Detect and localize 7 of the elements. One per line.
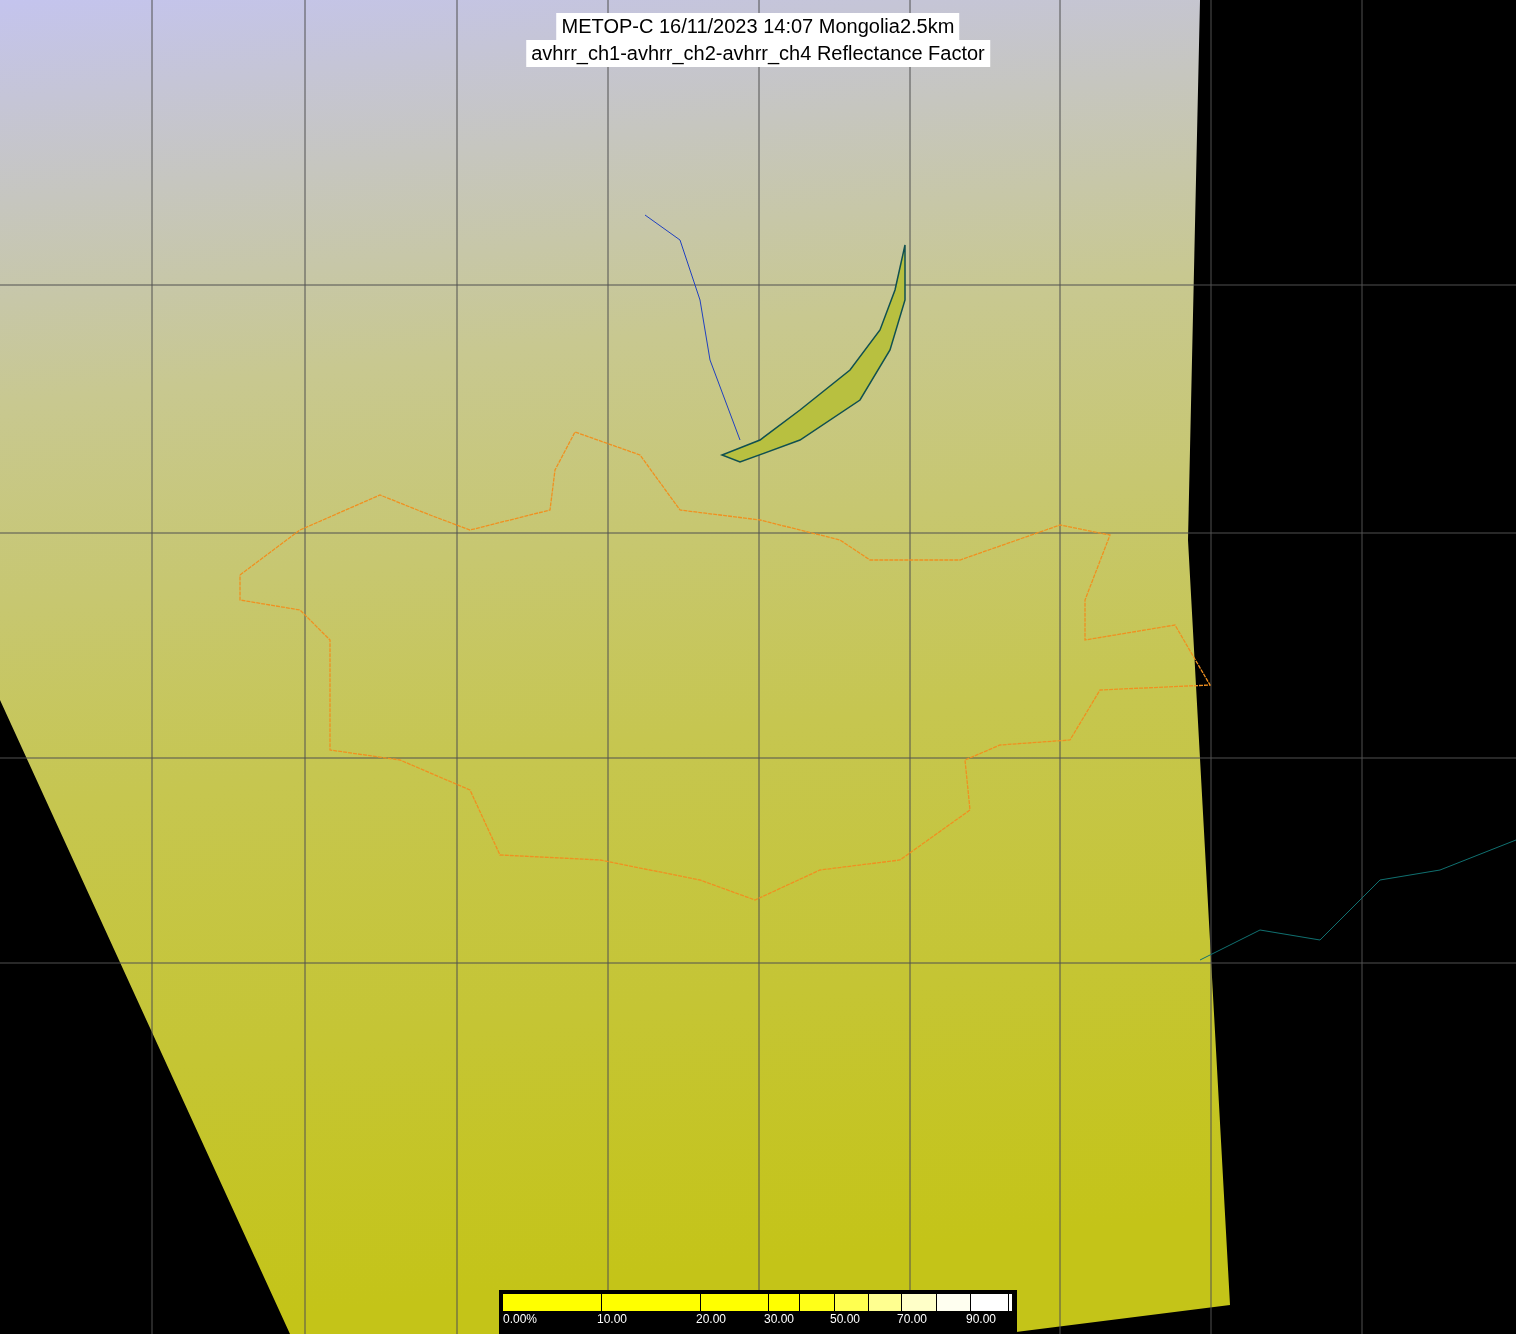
tick-label: 10.00: [597, 1312, 628, 1326]
tick-label: 0.00%: [503, 1312, 538, 1326]
tick-label: 70.00: [897, 1312, 928, 1326]
tick-label: 50.00: [830, 1312, 861, 1326]
tick-label: 30.00: [764, 1312, 795, 1326]
tick-label: 90.00: [966, 1312, 997, 1326]
tick-label: 20.00: [696, 1312, 727, 1326]
